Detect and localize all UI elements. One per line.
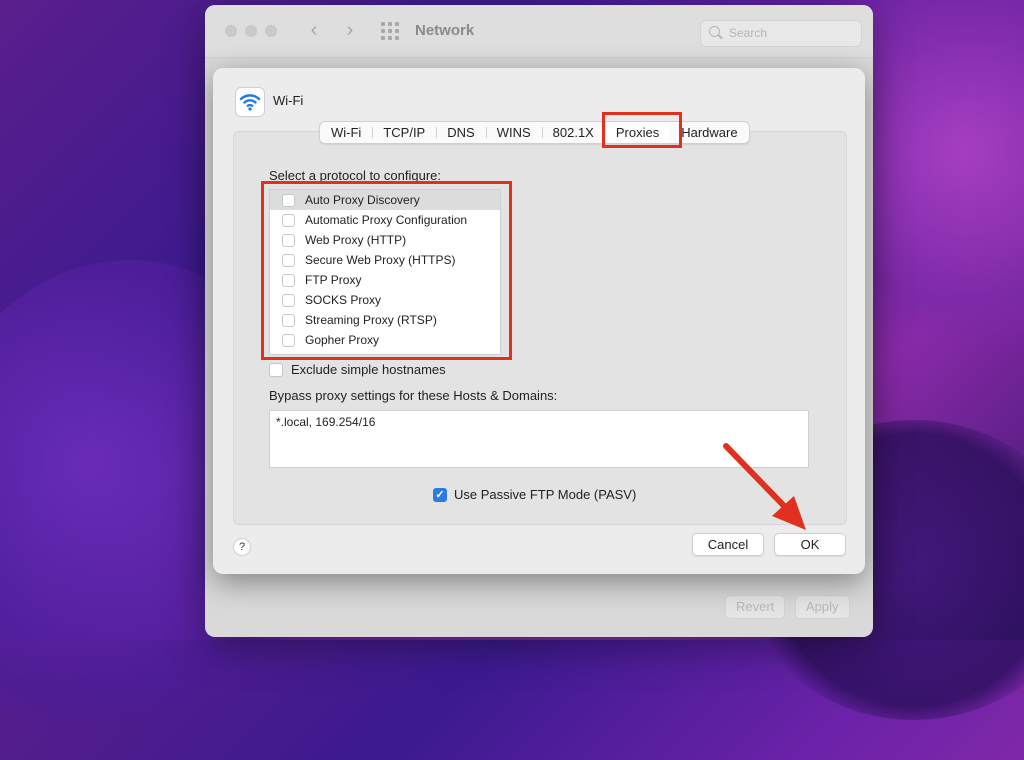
- back-chevron-icon[interactable]: ‹: [303, 19, 325, 41]
- protocol-list-highlight: [261, 181, 512, 360]
- search-placeholder: Search: [729, 26, 768, 40]
- close-window-button[interactable]: [225, 25, 237, 37]
- passive-ftp-option[interactable]: ✓ Use Passive FTP Mode (PASV): [433, 487, 636, 502]
- search-field[interactable]: Search: [700, 20, 862, 47]
- wifi-icon: [235, 87, 265, 117]
- passive-ftp-label: Use Passive FTP Mode (PASV): [454, 487, 637, 502]
- search-icon: [709, 26, 720, 37]
- apply-button[interactable]: Apply: [795, 595, 850, 619]
- tab-wifi[interactable]: Wi-Fi: [320, 122, 372, 143]
- service-name: Wi-Fi: [273, 93, 304, 108]
- bypass-label: Bypass proxy settings for these Hosts & …: [269, 388, 558, 403]
- show-all-grid-icon[interactable]: [381, 22, 399, 40]
- proxies-tab-highlight: [602, 112, 682, 148]
- tab-tcpip[interactable]: TCP/IP: [372, 122, 436, 143]
- help-button[interactable]: ?: [233, 538, 251, 556]
- revert-button[interactable]: Revert: [725, 595, 786, 619]
- title-bar: ‹ › Network Search: [205, 5, 873, 58]
- tab-8021x[interactable]: 802.1X: [541, 122, 605, 143]
- zoom-window-button[interactable]: [265, 25, 277, 37]
- passive-ftp-checkbox[interactable]: ✓: [433, 487, 447, 502]
- tab-dns[interactable]: DNS: [436, 122, 485, 143]
- window-title: Network: [415, 22, 475, 39]
- tab-wins[interactable]: WINS: [485, 122, 542, 143]
- exclude-simple-hostnames[interactable]: Exclude simple hostnames: [269, 362, 446, 377]
- annotation-arrow-icon: [723, 443, 806, 530]
- exclude-checkbox[interactable]: [269, 362, 283, 377]
- minimize-window-button[interactable]: [245, 25, 257, 37]
- forward-chevron-icon[interactable]: ›: [339, 19, 361, 41]
- tab-bar: Wi-Fi TCP/IP DNS WINS 802.1X Proxies Har…: [319, 121, 750, 144]
- exclude-label: Exclude simple hostnames: [291, 362, 446, 377]
